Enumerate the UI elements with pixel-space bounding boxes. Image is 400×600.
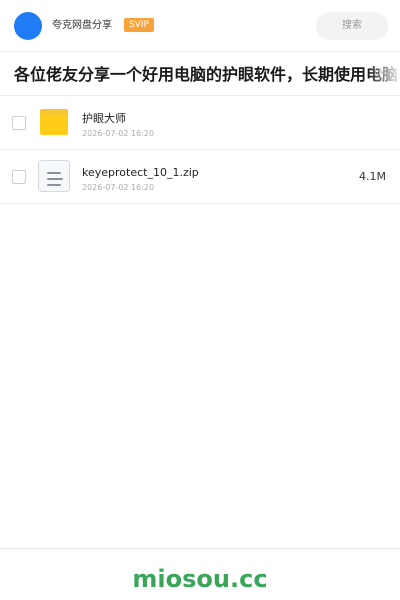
svip-badge: SVIP bbox=[124, 18, 154, 32]
user-name[interactable]: 夸克网盘分享 bbox=[52, 19, 112, 33]
file-name[interactable]: keyeprotect_10_1.zip bbox=[82, 166, 199, 180]
file-date: 2026-07-02 16:20 bbox=[82, 129, 155, 138]
site-watermark: miosou.cc bbox=[132, 565, 268, 593]
file-document-icon bbox=[38, 160, 70, 192]
file-row[interactable]: keyeprotect_10_1.zip 2026-07-02 16:20 4.… bbox=[0, 150, 400, 204]
top-header: 夸克网盘分享 SVIP 搜索 bbox=[0, 0, 400, 52]
share-title: 各位佬友分享一个好用电脑的护眼软件，长期使用电脑，保 bbox=[14, 65, 400, 84]
file-checkbox[interactable] bbox=[12, 170, 26, 184]
file-row[interactable]: 护眼大师 2026-07-02 16:20 bbox=[0, 96, 400, 150]
folder-icon bbox=[40, 109, 68, 135]
file-name[interactable]: 护眼大师 bbox=[82, 112, 126, 126]
share-title-bar: 各位佬友分享一个好用电脑的护眼软件，长期使用电脑，保 1M bbox=[0, 52, 400, 96]
title-size-tag: 1M bbox=[372, 68, 387, 78]
file-size: 4.1M bbox=[359, 170, 386, 183]
search-label: 搜索 bbox=[342, 20, 362, 31]
search-button[interactable]: 搜索 bbox=[316, 12, 388, 40]
file-checkbox[interactable] bbox=[12, 116, 26, 130]
user-avatar-icon[interactable] bbox=[14, 12, 42, 40]
file-date: 2026-07-02 16:20 bbox=[82, 183, 155, 192]
footer: miosou.cc bbox=[0, 548, 400, 600]
